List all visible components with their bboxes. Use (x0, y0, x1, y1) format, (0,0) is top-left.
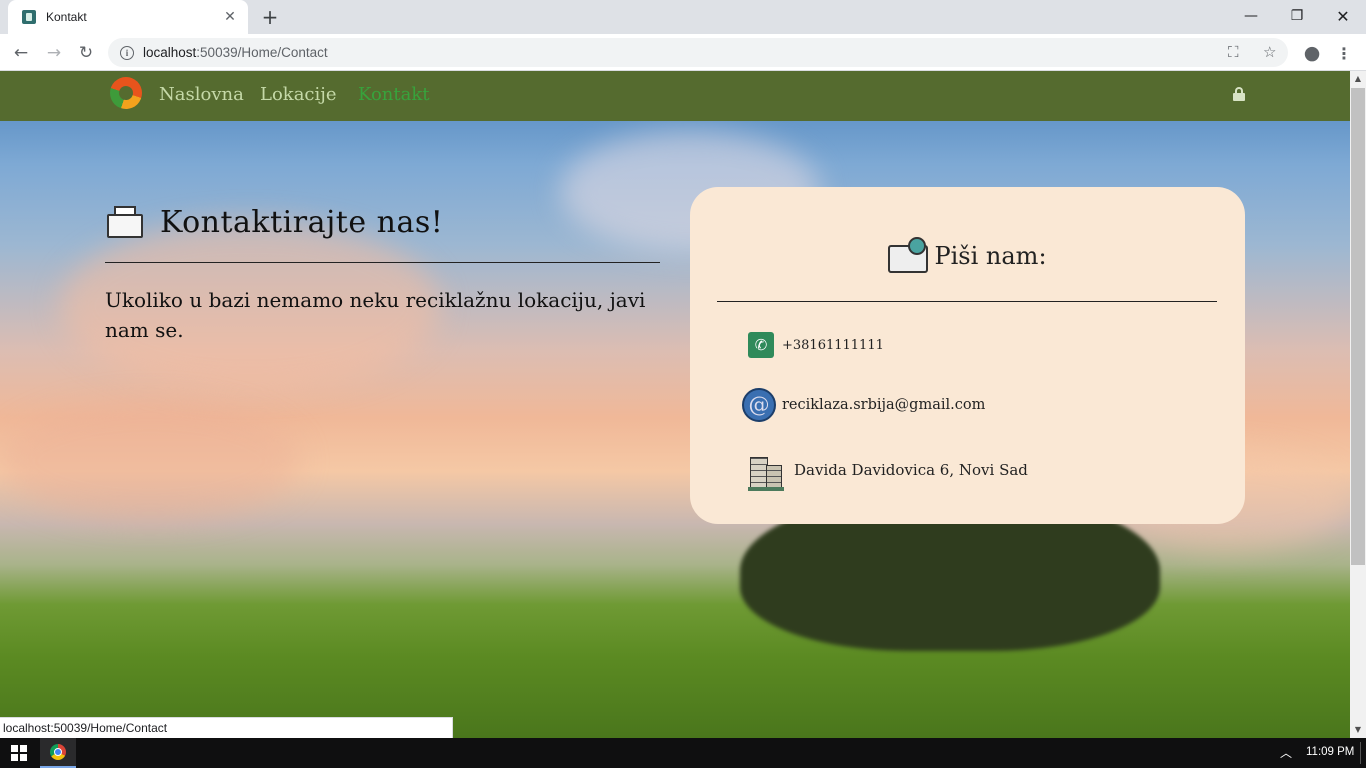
reload-icon[interactable]: ↻ (73, 40, 99, 66)
clock[interactable]: 11:09 PM (1306, 746, 1354, 758)
scroll-down-icon[interactable]: ▼ (1350, 722, 1366, 738)
new-tab-icon[interactable]: + (258, 5, 282, 29)
status-bar-url: localhost:50039/Home/Contact (0, 717, 453, 738)
tab-strip: Kontakt ✕ + — ❐ ✕ (0, 0, 1366, 34)
page-heading: Kontaktirajte nas! (160, 204, 444, 240)
site-info-icon[interactable]: i (120, 45, 134, 60)
tab-title: Kontakt (46, 10, 87, 24)
menu-icon[interactable]: ⋮ (1331, 40, 1357, 66)
address-text: Davida Davidovica 6, Novi Sad (794, 461, 1028, 479)
nav-link-naslovna[interactable]: Naslovna (159, 84, 244, 105)
restore-icon[interactable]: ❐ (1274, 0, 1320, 32)
email-at-icon: @ (742, 388, 776, 422)
card-header: Piši nam: (690, 237, 1245, 275)
lock-icon[interactable] (1233, 87, 1245, 101)
page-title: Kontaktirajte nas! (105, 204, 660, 240)
site-navbar: Naslovna Lokacije Kontakt (0, 71, 1350, 121)
address-row: Davida Davidovica 6, Novi Sad (748, 449, 1028, 491)
close-tab-icon[interactable]: ✕ (222, 9, 238, 25)
phone-number: +38161111111 (782, 337, 884, 353)
translate-icon[interactable]: ⛶ (1228, 43, 1239, 61)
nav-link-lokacije[interactable]: Lokacije (260, 84, 337, 105)
close-window-icon[interactable]: ✕ (1320, 0, 1366, 32)
contact-card: Piši nam: ✆ +38161111111 @ reciklaza.srb… (690, 187, 1245, 524)
building-icon (748, 449, 784, 491)
forward-icon[interactable]: → (41, 40, 67, 66)
email-address: reciklaza.srbija@gmail.com (782, 397, 986, 413)
nav-link-kontakt[interactable]: Kontakt (358, 84, 430, 105)
recycle-bin-favicon-icon (22, 10, 36, 24)
browser-toolbar: ← → ↻ i localhost:50039/Home/Contact ⛶ ☆… (0, 34, 1366, 71)
background-cloud (0, 401, 300, 521)
card-heading: Piši nam: (934, 242, 1047, 270)
url-text: localhost:50039/Home/Contact (143, 45, 328, 60)
page-scrollbar[interactable]: ▲ ▼ (1350, 71, 1366, 738)
phone-row: ✆ +38161111111 (748, 332, 884, 358)
windows-start-icon[interactable] (0, 738, 38, 768)
scroll-up-icon[interactable]: ▲ (1350, 71, 1366, 87)
recycle-logo-icon[interactable] (110, 77, 142, 109)
phone-icon: ✆ (748, 332, 774, 358)
tray-chevron-up-icon[interactable]: ︿ (1280, 744, 1292, 761)
bookmark-star-icon[interactable]: ☆ (1263, 43, 1276, 61)
back-icon[interactable]: ← (8, 40, 34, 66)
mail-contact-icon (888, 237, 932, 275)
card-divider (717, 301, 1217, 302)
email-row: @ reciklaza.srbija@gmail.com (742, 388, 985, 422)
chrome-taskbar-button[interactable] (40, 738, 76, 768)
address-bar[interactable]: i localhost:50039/Home/Contact ⛶ ☆ (108, 38, 1288, 67)
divider (105, 262, 660, 263)
chrome-icon (50, 744, 66, 760)
os-taskbar: ︿ 11:09 PM (0, 738, 1366, 768)
contact-intro: Kontaktirajte nas! Ukoliko u bazi nemamo… (105, 204, 660, 345)
show-desktop-button[interactable] (1360, 742, 1366, 764)
minimize-icon[interactable]: — (1228, 0, 1274, 32)
letter-envelope-icon (105, 204, 145, 240)
scrollbar-thumb[interactable] (1351, 88, 1365, 565)
browser-tab[interactable]: Kontakt ✕ (8, 0, 248, 34)
page-viewport: Naslovna Lokacije Kontakt Kontaktirajte … (0, 71, 1350, 738)
intro-text: Ukoliko u bazi nemamo neku reciklažnu lo… (105, 288, 646, 342)
profile-icon[interactable]: ● (1299, 40, 1325, 66)
